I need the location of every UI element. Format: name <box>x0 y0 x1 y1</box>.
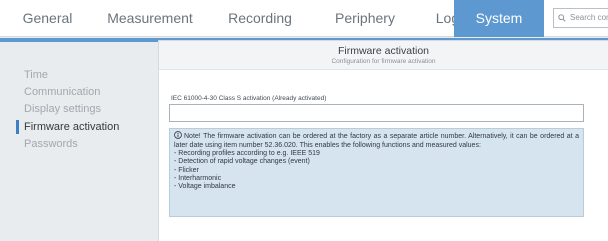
note-text: Note! The firmware activation can be ord… <box>174 133 579 149</box>
list-item: - Voltage imbalance <box>174 183 236 191</box>
list-item: - Detection of rapid voltage changes (ev… <box>174 158 310 166</box>
tab-measurement[interactable]: Measurement <box>95 0 205 37</box>
list-item: - Flicker <box>174 166 199 174</box>
sidebar-item-display-settings[interactable]: Display settings <box>24 101 101 117</box>
class-s-activation-field[interactable] <box>169 104 584 122</box>
sidebar-item-communication[interactable]: Communication <box>24 84 100 100</box>
active-item-marker <box>16 120 19 134</box>
page-title: Firmware activation <box>337 45 430 57</box>
top-navigation: General Measurement Recording Periphery … <box>0 0 608 37</box>
feature-list: - Recording profiles according to e.g. I… <box>174 150 579 191</box>
sidebar-item-passwords[interactable]: Passwords <box>24 136 78 152</box>
sidebar-item-time[interactable]: Time <box>24 67 48 83</box>
info-note: Note! The firmware activation can be ord… <box>169 128 584 217</box>
tab-general[interactable]: General <box>0 0 95 37</box>
note-text-block: Note! The firmware activation can be ord… <box>174 131 579 150</box>
sidebar-item-firmware-activation[interactable]: Firmware activation <box>24 119 119 135</box>
main-panel: Firmware activation Configuration for fi… <box>158 40 608 241</box>
class-s-activation-label: IEC 61000-4-30 Class S activation (Alrea… <box>171 95 327 102</box>
search-icon <box>558 14 566 22</box>
tab-system[interactable]: System <box>454 0 544 37</box>
panel-header: Firmware activation Configuration for fi… <box>159 41 608 70</box>
search-placeholder: Search conf <box>570 13 608 22</box>
page-subtitle: Configuration for firmware activation <box>331 58 436 65</box>
tab-periphery[interactable]: Periphery <box>315 0 415 37</box>
tab-recording[interactable]: Recording <box>205 0 315 37</box>
search-input[interactable]: Search conf <box>553 8 608 28</box>
info-icon <box>174 131 182 139</box>
list-item: - Interharmonic <box>174 174 222 182</box>
list-item: - Recording profiles according to e.g. I… <box>174 150 320 157</box>
